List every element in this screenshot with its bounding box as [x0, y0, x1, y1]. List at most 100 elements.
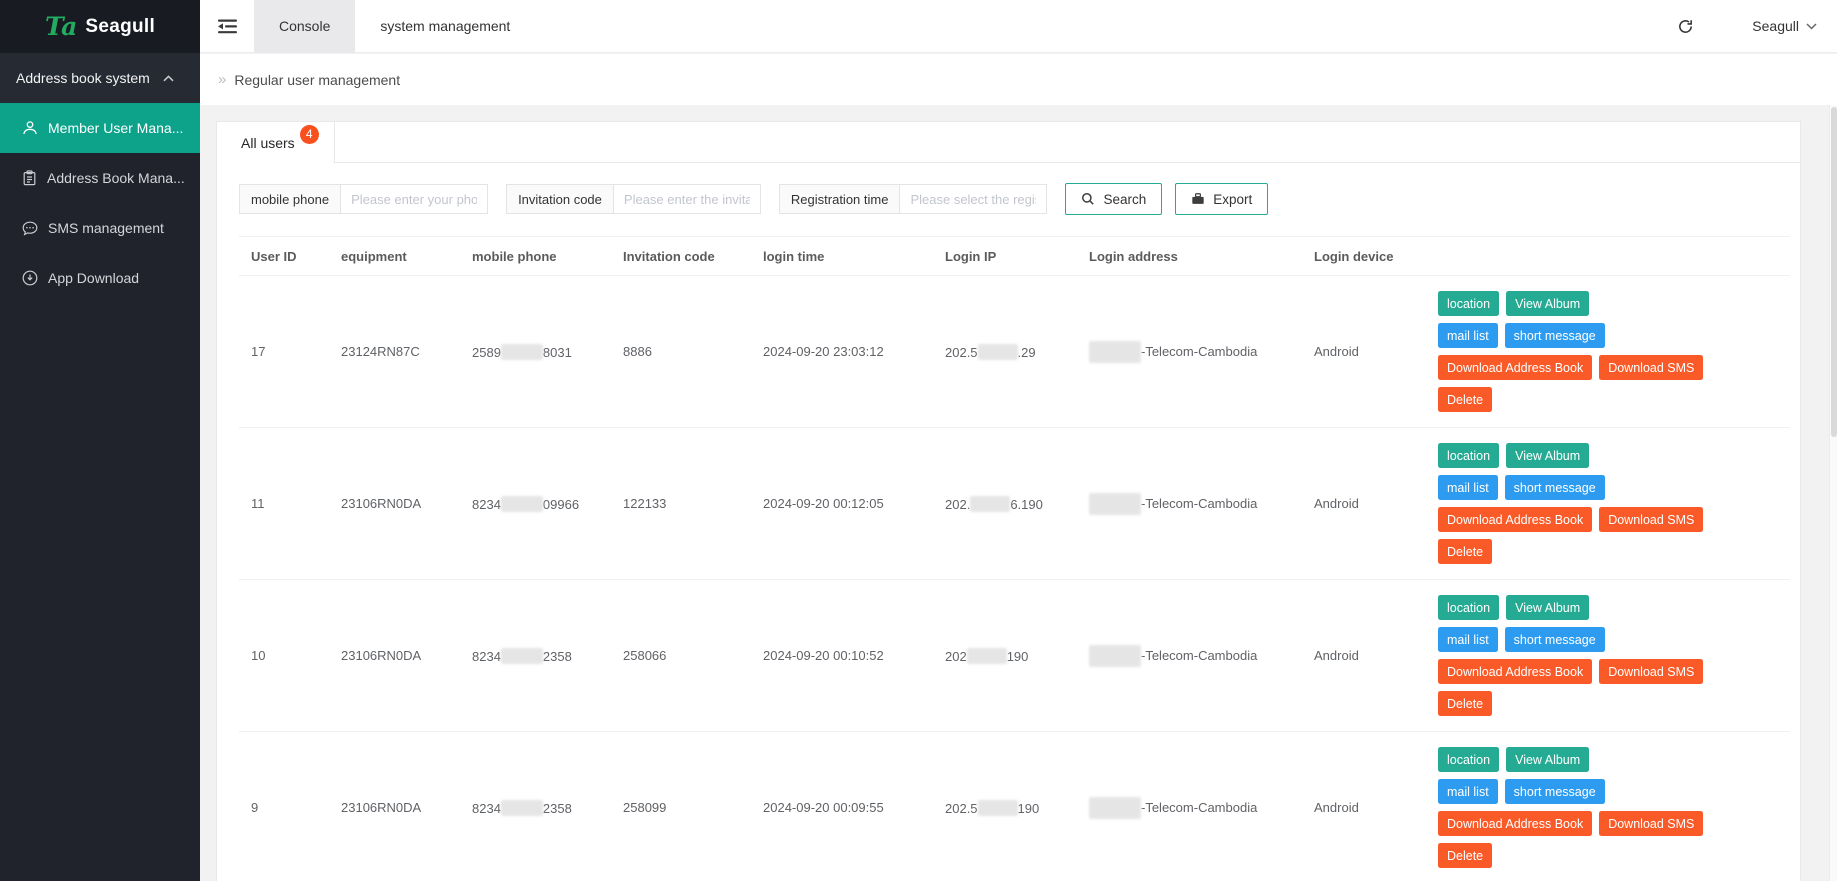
filter-bar: mobile phone Invitation code Registratio… — [239, 183, 1788, 215]
location-button[interactable]: location — [1438, 443, 1500, 468]
user-menu-label: Seagull — [1752, 18, 1799, 34]
redacted-address — [1089, 644, 1141, 667]
sidebar-group-address-book-system[interactable]: Address book system — [0, 53, 200, 103]
location-button[interactable]: location — [1438, 291, 1500, 316]
scrollbar-thumb[interactable] — [1831, 107, 1837, 437]
topbar-right: Seagull — [1677, 18, 1837, 35]
mail-list-button[interactable]: mail list — [1438, 475, 1498, 500]
brand-name: Seagull — [85, 15, 156, 37]
short-message-button[interactable]: short message — [1504, 627, 1605, 652]
cell-equipment: 23106RN0DA — [329, 579, 460, 732]
sidebar-item-label: Member User Mana... — [48, 120, 184, 136]
view-album-button[interactable]: View Album — [1506, 595, 1590, 620]
col-user-id: User ID — [239, 236, 329, 276]
download-icon — [22, 270, 38, 286]
filter-invitation-code-label: Invitation code — [506, 184, 614, 214]
short-message-button[interactable]: short message — [1504, 475, 1605, 500]
filter-invitation-code: Invitation code — [506, 184, 761, 214]
user-menu[interactable]: Seagull — [1752, 18, 1817, 34]
col-mobile-phone: mobile phone — [460, 236, 611, 276]
delete-button[interactable]: Delete — [1438, 691, 1493, 716]
redacted-phone — [500, 343, 543, 360]
mail-list-button[interactable]: mail list — [1438, 627, 1498, 652]
view-album-button[interactable]: View Album — [1506, 291, 1590, 316]
table-row: 11 23106RN0DA 8234 09966 122133 2024-09-20 00… — [239, 427, 1790, 580]
redacted-ip — [970, 495, 1011, 512]
redacted-ip — [977, 343, 1018, 360]
table-row: 10 23106RN0DA 8234 2358 258066 2024-09-20 00:… — [239, 579, 1790, 732]
download-address-book-button[interactable]: Download Address Book — [1438, 811, 1593, 836]
download-sms-button[interactable]: Download SMS — [1599, 507, 1704, 532]
chevron-down-icon — [1806, 22, 1817, 30]
mobile-phone-input[interactable] — [341, 184, 489, 214]
export-button-label: Export — [1213, 191, 1253, 207]
view-album-button[interactable]: View Album — [1506, 443, 1590, 468]
short-message-button[interactable]: short message — [1504, 779, 1605, 804]
cell-equipment: 23124RN87C — [329, 275, 460, 428]
location-button[interactable]: location — [1438, 595, 1500, 620]
tab-all-users-label: All users — [241, 134, 295, 151]
cell-actions: location View Album mail list short message… — [1426, 731, 1790, 881]
clipboard-icon — [22, 170, 37, 186]
cell-login-device: Android — [1302, 275, 1426, 428]
export-button[interactable]: Export — [1175, 183, 1269, 215]
topbar-tab-system-management[interactable]: system management — [355, 0, 535, 53]
sidebar-item-label: App Download — [48, 270, 140, 286]
table-header-row: User ID equipment mobile phone Invitatio… — [239, 236, 1790, 276]
cell-login-device: Android — [1302, 731, 1426, 881]
short-message-button[interactable]: short message — [1504, 323, 1605, 348]
cell-actions: location View Album mail list short message… — [1426, 275, 1790, 428]
topbar-tab-console[interactable]: Console — [254, 0, 356, 53]
search-button[interactable]: Search — [1065, 183, 1163, 215]
cell-login-address: -Telecom-Cambodia — [1077, 579, 1302, 732]
view-album-button[interactable]: View Album — [1506, 747, 1590, 772]
sidebar-item-app-download[interactable]: App Download — [0, 253, 200, 303]
tab-all-users[interactable]: All users 4 — [217, 122, 335, 163]
mail-list-button[interactable]: mail list — [1438, 779, 1498, 804]
cell-mobile-phone: 8234 09966 — [460, 427, 611, 580]
refresh-icon[interactable] — [1677, 18, 1694, 35]
delete-button[interactable]: Delete — [1438, 539, 1493, 564]
brand-logo: Ta Seagull — [0, 0, 200, 53]
sidebar-item-sms-management[interactable]: SMS management — [0, 203, 200, 253]
table-row: 17 23124RN87C 2589 8031 8886 2024-09-20 23:03… — [239, 275, 1790, 428]
count-badge: 4 — [299, 124, 319, 144]
invitation-code-input[interactable] — [613, 184, 761, 214]
delete-button[interactable]: Delete — [1438, 843, 1493, 868]
col-actions — [1426, 236, 1790, 276]
search-button-label: Search — [1103, 191, 1147, 207]
cell-mobile-phone: 2589 8031 — [460, 275, 611, 428]
cell-user-id: 10 — [239, 579, 329, 732]
cell-login-device: Android — [1302, 427, 1426, 580]
chevron-up-icon — [163, 74, 174, 82]
cell-login-ip: 202.5 190 — [933, 731, 1077, 881]
sidebar-item-label: Address Book Mana... — [47, 170, 185, 186]
brand-logo-icon: Ta — [44, 12, 78, 41]
cell-equipment: 23106RN0DA — [329, 427, 460, 580]
sidebar: Ta Seagull Address book system Member Us… — [0, 0, 200, 881]
col-login-ip: Login IP — [933, 236, 1077, 276]
download-address-book-button[interactable]: Download Address Book — [1438, 659, 1593, 684]
download-sms-button[interactable]: Download SMS — [1599, 811, 1704, 836]
download-address-book-button[interactable]: Download Address Book — [1438, 507, 1593, 532]
export-icon — [1191, 192, 1205, 206]
user-table-wrap: User ID equipment mobile phone Invitatio… — [239, 236, 1790, 881]
registration-time-input[interactable] — [900, 184, 1048, 214]
download-sms-button[interactable]: Download SMS — [1599, 659, 1704, 684]
cell-mobile-phone: 8234 2358 — [460, 579, 611, 732]
sidebar-item-member-user-management[interactable]: Member User Mana... — [0, 103, 200, 153]
mail-list-button[interactable]: mail list — [1438, 323, 1498, 348]
redacted-address — [1089, 340, 1141, 363]
vertical-scrollbar[interactable] — [1829, 105, 1837, 881]
delete-button[interactable]: Delete — [1438, 387, 1493, 412]
collapse-menu-icon[interactable] — [218, 19, 237, 34]
location-button[interactable]: location — [1438, 747, 1500, 772]
cell-login-time: 2024-09-20 00:09:55 — [751, 731, 933, 881]
sidebar-item-address-book-management[interactable]: Address Book Mana... — [0, 153, 200, 203]
download-sms-button[interactable]: Download SMS — [1599, 355, 1704, 380]
redacted-ip — [977, 799, 1018, 816]
cell-equipment: 23106RN0DA — [329, 731, 460, 881]
breadcrumb-label: Regular user management — [234, 71, 401, 88]
download-address-book-button[interactable]: Download Address Book — [1438, 355, 1593, 380]
card-tabbar: All users 4 — [217, 122, 1800, 163]
